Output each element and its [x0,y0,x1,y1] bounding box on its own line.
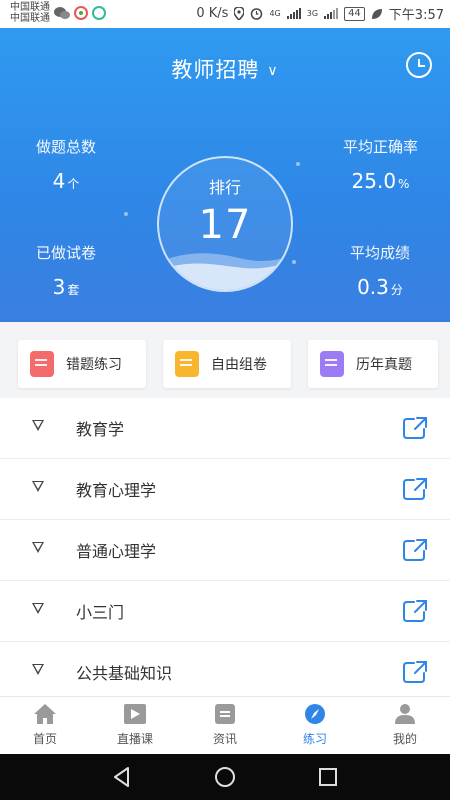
exam-type-selector[interactable]: 教师招聘 ∨ [0,54,450,84]
home-circle-icon[interactable] [213,765,237,789]
expand-triangle-icon[interactable] [32,420,44,431]
stat-value: 0.3 [357,275,389,299]
stat-unit: 套 [67,283,80,297]
subject-name: 普通心理学 [76,542,157,561]
stat-accuracy: 平均正确率 25.0% [342,138,418,193]
subject-name: 公共基础知识 [76,664,173,683]
document-stack-icon [175,351,199,377]
tab-news[interactable]: 资讯 [180,697,270,754]
net-speed: 0 K/s [196,6,229,21]
expand-triangle-icon[interactable] [32,481,44,492]
chevron-down-icon: ∨ [267,63,279,79]
browser-icon [74,6,88,20]
edit-note-icon [30,351,54,377]
network-4g: 4G [269,8,281,18]
carrier-2: 中国联通 [10,13,50,24]
custom-paper-button[interactable]: 自由组卷 [163,340,291,388]
signal-icon-2 [324,8,339,19]
tab-home[interactable]: 首页 [0,697,90,754]
leaf-icon [371,8,382,19]
ranking-circle[interactable]: 排行 17 [157,156,293,292]
status-bar: 中国联通 中国联通 0 K/s 4G 3G 44 下午3:57 [0,0,450,28]
stat-papers-done: 已做试卷 3套 [36,244,97,299]
tab-live[interactable]: 直播课 [90,697,180,754]
live-icon [124,704,146,724]
compass-icon [305,704,325,724]
bottom-tab-bar: 首页 直播课 资讯 练习 我的 [0,696,450,754]
home-icon [34,704,56,724]
notification-icons [54,6,106,20]
stat-value: 3 [52,275,66,299]
stat-unit: % [398,177,410,191]
network-3g: 3G [306,8,319,18]
stat-average-score: 平均成绩 0.3 分 [349,244,410,299]
open-external-icon[interactable] [402,477,428,501]
carrier-info: 中国联通 中国联通 [10,2,50,24]
status-right: 0 K/s 4G 3G 44 下午3:57 [196,4,444,23]
wrong-question-practice-button[interactable]: 错题练习 [18,340,146,388]
past-exams-button[interactable]: 历年真题 [308,340,438,388]
clock-time: 下午3:57 [388,8,444,23]
stat-unit: 个 [67,177,80,191]
subject-list: 教育学 教育心理学 普通心理学 小三门 公共基础知识 [0,398,450,703]
battery-indicator: 44 [344,6,365,21]
wechat-icon [54,7,70,19]
decor-dot [296,162,300,166]
carrier-1: 中国联通 [10,2,50,13]
user-icon [395,704,415,724]
list-item[interactable]: 教育学 [0,398,450,459]
list-item[interactable]: 教育心理学 [0,459,450,520]
decor-dot [124,212,128,216]
tab-practice[interactable]: 练习 [270,697,360,754]
subject-name: 小三门 [76,603,125,622]
stat-total-questions: 做题总数 4个 [36,138,97,193]
location-icon [234,7,245,20]
quick-actions: 错题练习 自由组卷 历年真题 [0,322,450,398]
stat-value: 25.0 [351,169,397,193]
back-icon[interactable] [110,765,134,789]
expand-triangle-icon[interactable] [32,664,44,675]
signal-icon [286,8,301,19]
list-item[interactable]: 公共基础知识 [0,642,450,703]
subject-name: 教育心理学 [76,481,157,500]
open-external-icon[interactable] [402,538,428,562]
wave-decoration [159,253,291,290]
list-item[interactable]: 小三门 [0,581,450,642]
exam-type-title: 教师招聘 [171,58,260,82]
open-external-icon[interactable] [402,416,428,440]
alarm-icon [251,8,263,20]
history-clock-icon[interactable] [406,52,432,78]
decor-dot [292,260,296,264]
tab-profile[interactable]: 我的 [360,697,450,754]
system-nav-bar [0,754,450,800]
open-external-icon[interactable] [402,599,428,623]
expand-triangle-icon[interactable] [32,603,44,614]
open-external-icon[interactable] [402,660,428,684]
expand-triangle-icon[interactable] [32,542,44,553]
app-icon [92,6,106,20]
news-icon [215,704,235,724]
clipboard-icon [320,351,344,377]
list-item[interactable]: 普通心理学 [0,520,450,581]
stats-header: 教师招聘 ∨ 做题总数 4个 平均正确率 25.0% 已做试卷 3套 平均成绩 0… [0,28,450,322]
stat-value: 4 [52,169,66,193]
subject-name: 教育学 [76,420,125,439]
recents-icon[interactable] [316,765,340,789]
stat-unit: 分 [390,283,403,297]
rank-label: 排行 [208,178,241,197]
